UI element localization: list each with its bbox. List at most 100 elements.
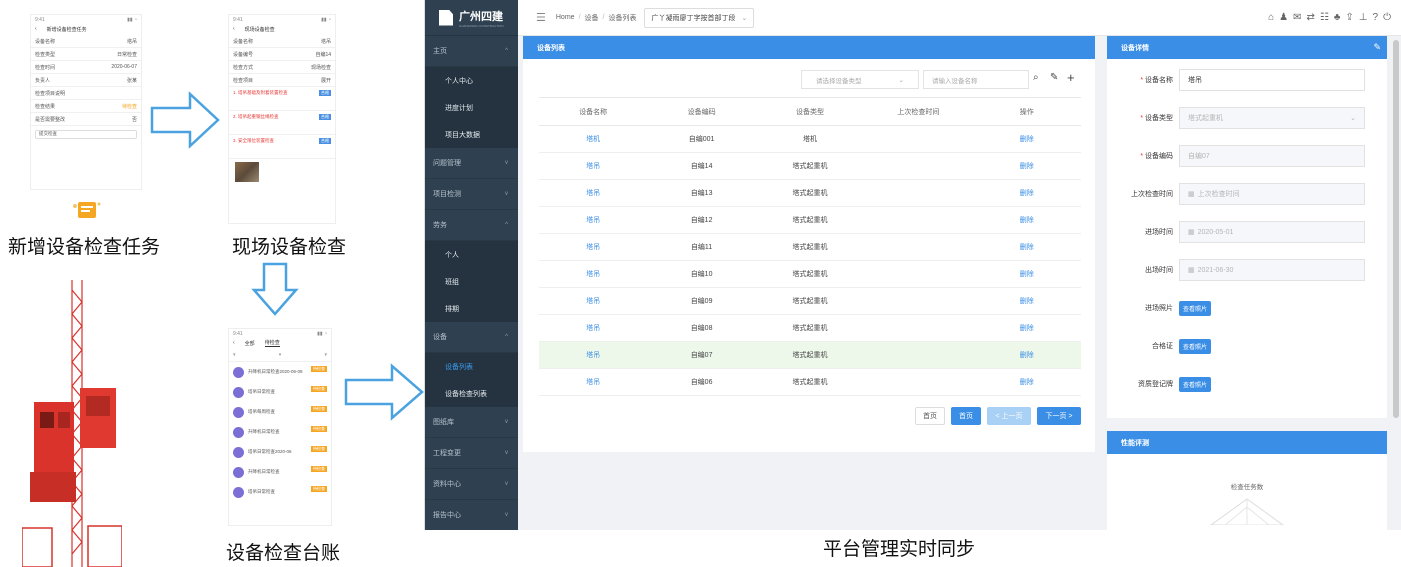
eraser-icon[interactable]: ✎: [1050, 72, 1058, 83]
field-input[interactable]: 塔吊: [1179, 69, 1365, 91]
table-row[interactable]: 塔吊 自编12 塔式起重机 删除: [539, 206, 1081, 234]
list-item[interactable]: 塔吊每周检查 待检查: [229, 402, 331, 422]
delete-link[interactable]: 删除: [972, 287, 1081, 315]
switch-icon[interactable]: ⇄: [1306, 12, 1314, 23]
ledger-tab-pending[interactable]: 待检查: [264, 339, 280, 347]
back-icon[interactable]: ‹: [233, 26, 235, 32]
field-input[interactable]: ▦ 2020-05-01: [1179, 221, 1365, 243]
form-row[interactable]: 是否需要整改 否: [31, 113, 141, 126]
device-name-link[interactable]: 塔吊: [539, 233, 648, 261]
first-page-button[interactable]: 首页: [915, 407, 945, 425]
check-item[interactable]: 3. 安全限位装置检查 合格: [229, 135, 335, 159]
form-row[interactable]: 检查时间 2020-06-07: [31, 61, 141, 74]
device-name-link[interactable]: 塔吊: [539, 179, 648, 207]
user-icon[interactable]: ♟: [1279, 12, 1288, 23]
prev-page-button[interactable]: < 上一页: [987, 407, 1031, 425]
home-icon[interactable]: ⌂: [1268, 12, 1274, 23]
sidebar-group[interactable]: 资料中心 v: [425, 469, 518, 500]
home-page-button[interactable]: 首页: [951, 407, 981, 425]
help-icon[interactable]: ?: [1373, 12, 1379, 23]
delete-link[interactable]: 删除: [972, 125, 1081, 153]
sidebar-item[interactable]: 个人: [425, 241, 518, 268]
view-photo-button[interactable]: 查看照片: [1179, 376, 1212, 392]
field-input[interactable]: 塔式起重机 ⌄: [1179, 107, 1365, 129]
view-photo-button[interactable]: 查看照片: [1179, 300, 1212, 316]
group-icon[interactable]: ♣: [1334, 12, 1341, 23]
edit-icon[interactable]: ✎: [1373, 42, 1381, 53]
device-name-link[interactable]: 塔吊: [539, 260, 648, 288]
sidebar-group[interactable]: 项目检测 v: [425, 179, 518, 210]
form-row[interactable]: 检查类型 日常检查: [31, 48, 141, 61]
ledger-filter-bar[interactable]: ▾ ▾ ▾: [229, 349, 331, 362]
upload-icon[interactable]: ⇪: [1345, 12, 1353, 23]
device-name-link[interactable]: 塔吊: [539, 152, 648, 180]
delete-link[interactable]: 删除: [972, 260, 1081, 288]
form-row[interactable]: 检查结果 待检查: [31, 100, 141, 113]
delete-link[interactable]: 删除: [972, 206, 1081, 234]
sidebar-group[interactable]: 图纸库 v: [425, 407, 518, 438]
search-icon[interactable]: ⌕: [1033, 72, 1039, 83]
list-item[interactable]: 升降机日常检查 待检查: [229, 462, 331, 482]
field-input[interactable]: 自编07: [1179, 145, 1365, 167]
back-icon[interactable]: ‹: [233, 340, 235, 346]
submit-button[interactable]: 提交检查: [35, 130, 137, 139]
site-photo[interactable]: [235, 162, 259, 182]
delete-link[interactable]: 删除: [972, 314, 1081, 342]
list-item[interactable]: 升降机日常检查2020-06-08 待检查: [229, 362, 331, 382]
chat-icon[interactable]: ✉: [1293, 12, 1301, 23]
list-icon[interactable]: ☷: [1320, 12, 1329, 23]
logout-icon[interactable]: ⏻: [1383, 12, 1391, 23]
sidebar-group[interactable]: 劳务 ^: [425, 210, 518, 241]
table-row[interactable]: 塔吊 自编14 塔式起重机 删除: [539, 152, 1081, 180]
device-name-link[interactable]: 塔吊: [539, 314, 648, 342]
form-row[interactable]: 设备名称 塔吊: [229, 35, 335, 48]
back-icon[interactable]: ‹: [35, 26, 37, 32]
table-row[interactable]: 塔吊 自编11 塔式起重机 删除: [539, 233, 1081, 261]
check-item[interactable]: 1. 塔吊基础及附着装置检查 合格: [229, 87, 335, 111]
device-name-link[interactable]: 塔吊: [539, 341, 648, 369]
sidebar-item[interactable]: 班组: [425, 268, 518, 295]
breadcrumb-equipment[interactable]: 设备: [585, 13, 599, 23]
delete-link[interactable]: 删除: [972, 341, 1081, 369]
sidebar-item[interactable]: 进度计划: [425, 94, 518, 121]
table-row[interactable]: 塔吊 自编07 塔式起重机 删除: [539, 341, 1081, 369]
list-item[interactable]: 塔吊日常检查 待检查: [229, 482, 331, 502]
table-row[interactable]: 塔吊 自编08 塔式起重机 删除: [539, 314, 1081, 342]
device-name-link[interactable]: 塔吊: [539, 287, 648, 315]
table-row[interactable]: 塔吊 自编13 塔式起重机 删除: [539, 179, 1081, 207]
sidebar-group[interactable]: 主页 ^: [425, 36, 518, 67]
delete-link[interactable]: 删除: [972, 368, 1081, 396]
list-item[interactable]: 升降机日常检查 待检查: [229, 422, 331, 442]
list-item[interactable]: 塔吊日常检查2020-06 待检查: [229, 442, 331, 462]
sidebar-group[interactable]: 设备 ^: [425, 322, 518, 353]
form-row[interactable]: 设备名称 塔吊: [31, 35, 141, 48]
sidebar-item[interactable]: 个人中心: [425, 67, 518, 94]
sidebar-group[interactable]: 工程变更 v: [425, 438, 518, 469]
org-icon[interactable]: ⊥: [1359, 12, 1368, 23]
device-name-input[interactable]: 请输入设备名称: [923, 70, 1029, 89]
form-row[interactable]: 检查方式 现场检查: [229, 61, 335, 74]
device-type-select[interactable]: 请选择设备类型 ⌄: [801, 70, 919, 89]
delete-link[interactable]: 删除: [972, 233, 1081, 261]
field-input[interactable]: ▦ 2021-06-30: [1179, 259, 1365, 281]
device-name-link[interactable]: 塔吊: [539, 206, 648, 234]
delete-link[interactable]: 删除: [972, 179, 1081, 207]
sidebar-item[interactable]: 排期: [425, 295, 518, 322]
form-row[interactable]: 负责人 张某: [31, 74, 141, 87]
table-row[interactable]: 塔吊 自编10 塔式起重机 删除: [539, 260, 1081, 288]
ledger-tab-all[interactable]: 全部: [245, 340, 255, 347]
table-row[interactable]: 塔吊 自编06 塔式起重机 删除: [539, 368, 1081, 396]
sidebar-item[interactable]: 项目大数据: [425, 121, 518, 148]
sidebar-item[interactable]: 设备检查列表: [425, 380, 518, 407]
sidebar-item[interactable]: 设备列表: [425, 353, 518, 380]
device-name-link[interactable]: 塔吊: [539, 368, 648, 396]
next-page-button[interactable]: 下一页 >: [1037, 407, 1081, 425]
delete-link[interactable]: 删除: [972, 152, 1081, 180]
page-scrollbar[interactable]: [1393, 40, 1399, 418]
add-icon[interactable]: +: [1067, 70, 1075, 85]
sidebar-group[interactable]: 报告中心 v: [425, 500, 518, 530]
form-row[interactable]: 检查项目说明: [31, 87, 141, 100]
view-photo-button[interactable]: 查看照片: [1179, 338, 1212, 354]
sidebar-group[interactable]: 问题管理 v: [425, 148, 518, 179]
field-input[interactable]: ▦ 上次检查时间: [1179, 183, 1365, 205]
